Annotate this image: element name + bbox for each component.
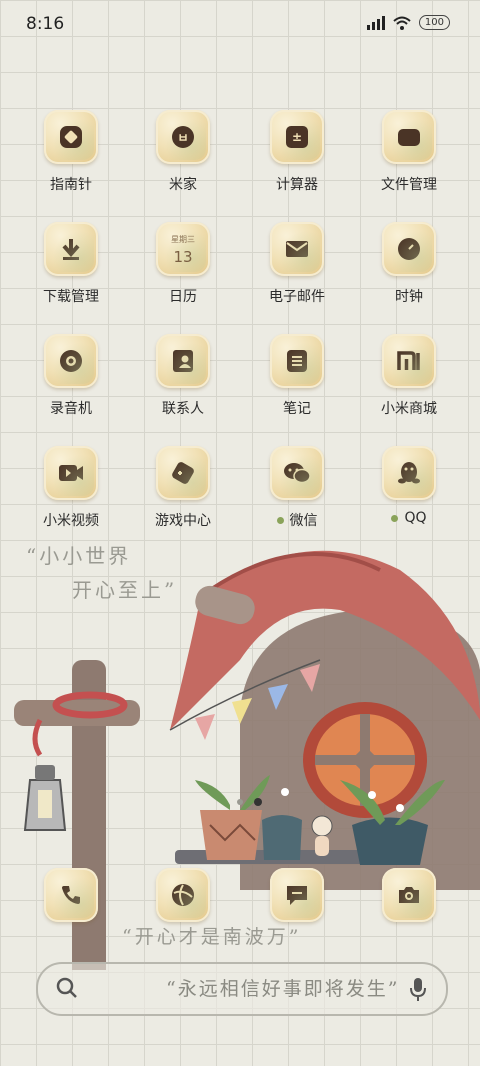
app-label: 游戏中心 xyxy=(155,513,211,529)
app-mi-video[interactable]: 小米视频 xyxy=(16,446,126,530)
phone-icon xyxy=(44,868,98,922)
notes-icon xyxy=(270,334,324,388)
clock-time: 8:16 xyxy=(26,14,65,34)
app-file-manager[interactable]: 文件管理 xyxy=(354,110,464,194)
wechat-icon xyxy=(270,446,324,500)
dock-messages[interactable] xyxy=(242,868,352,922)
clock-icon xyxy=(382,222,436,276)
app-qq[interactable]: QQ xyxy=(354,446,464,526)
wifi-icon xyxy=(393,16,411,30)
app-label: 文件管理 xyxy=(381,177,437,193)
battery-indicator: 100 xyxy=(418,15,450,30)
app-label: 计算器 xyxy=(276,177,318,193)
search-bar[interactable]: “永远相信好事即将发生” xyxy=(36,962,448,1016)
download-icon xyxy=(44,222,98,276)
app-game-center[interactable]: 游戏中心 xyxy=(128,446,238,530)
app-email[interactable]: 电子邮件 xyxy=(242,222,352,306)
dock-browser[interactable] xyxy=(128,868,238,922)
status-icons: 100 xyxy=(366,15,450,30)
signal-icon xyxy=(366,15,385,30)
app-label: 小米视频 xyxy=(43,513,99,529)
app-notes[interactable]: 笔记 xyxy=(242,334,352,418)
app-label: QQ xyxy=(404,510,427,526)
app-label: 下载管理 xyxy=(43,289,99,305)
app-downloads[interactable]: 下载管理 xyxy=(16,222,126,306)
compass-icon xyxy=(44,110,98,164)
browser-icon xyxy=(156,868,210,922)
calculator-icon: ± xyxy=(270,110,324,164)
new-install-dot xyxy=(276,516,284,524)
calendar-weekday: 星期三 xyxy=(171,235,195,244)
app-clock[interactable]: 时钟 xyxy=(354,222,464,306)
app-label: 录音机 xyxy=(50,401,92,417)
calendar-date: 13 xyxy=(173,248,193,266)
app-calendar[interactable]: 星期三 13 日历 xyxy=(128,222,238,306)
recorder-icon xyxy=(44,334,98,388)
game-controller-icon xyxy=(156,446,210,500)
app-contacts[interactable]: 联系人 xyxy=(128,334,238,418)
video-icon xyxy=(44,446,98,500)
app-label: 米家 xyxy=(169,177,197,193)
app-calculator[interactable]: ± 计算器 xyxy=(242,110,352,194)
mail-icon xyxy=(270,222,324,276)
app-label: 笔记 xyxy=(283,401,311,417)
calendar-icon: 星期三 13 xyxy=(156,222,210,276)
folder-icon xyxy=(382,110,436,164)
app-label: 联系人 xyxy=(162,401,204,417)
app-wechat[interactable]: 微信 xyxy=(242,446,352,530)
app-label: 电子邮件 xyxy=(269,289,325,305)
search-hint-text: “永远相信好事即将发生” xyxy=(166,978,400,1000)
messages-icon xyxy=(270,868,324,922)
search-icon xyxy=(56,977,77,998)
mijia-icon: ㅂ xyxy=(156,110,210,164)
app-label: 微信 xyxy=(289,513,318,529)
camera-icon xyxy=(382,868,436,922)
contacts-icon xyxy=(156,334,210,388)
dock-camera[interactable] xyxy=(354,868,464,922)
mi-logo-icon xyxy=(382,334,436,388)
app-mijia[interactable]: ㅂ 米家 xyxy=(128,110,238,194)
app-label: 时钟 xyxy=(395,289,423,305)
status-bar: 8:16 100 xyxy=(0,0,480,50)
microphone-icon[interactable] xyxy=(408,976,428,1002)
dock-phone[interactable] xyxy=(16,868,126,922)
app-label: 日历 xyxy=(169,289,197,305)
app-mi-store[interactable]: 小米商城 xyxy=(354,334,464,418)
app-label: 指南针 xyxy=(50,177,92,193)
app-compass[interactable]: 指南针 xyxy=(16,110,126,194)
new-install-dot xyxy=(391,514,399,522)
qq-penguin-icon xyxy=(382,446,436,500)
app-recorder[interactable]: 录音机 xyxy=(16,334,126,418)
app-label: 小米商城 xyxy=(381,401,437,417)
